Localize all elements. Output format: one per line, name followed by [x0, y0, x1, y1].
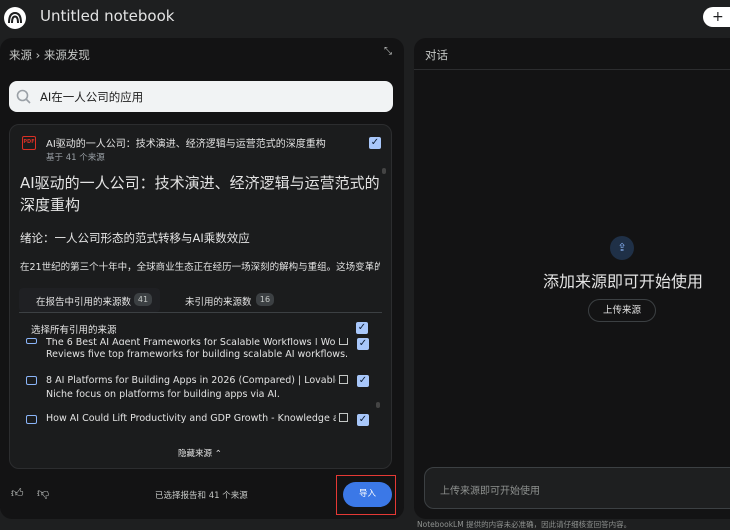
chat-empty-heading: 添加来源即可开始使用: [543, 272, 704, 291]
report-source-count: 基于 41 个来源: [46, 153, 105, 163]
scrollbar-thumb[interactable]: [382, 168, 386, 174]
source-1-description: Reviews five top frameworks for building…: [46, 349, 349, 360]
open-external-icon[interactable]: [339, 375, 348, 384]
upload-source-button[interactable]: 上传来源: [588, 299, 656, 322]
breadcrumb[interactable]: 来源 › 来源发现: [9, 47, 90, 63]
scrollbar-thumb[interactable]: [376, 402, 380, 408]
web-source-icon: [26, 376, 37, 385]
tab-cited-label: 在报告中引用的来源数: [36, 297, 132, 308]
selected-summary: 已选择报告和 41 个来源: [155, 491, 248, 501]
create-notebook-button[interactable]: +: [703, 7, 730, 27]
thumb-up-icon[interactable]: 👍︎: [11, 486, 24, 501]
thumb-down-icon[interactable]: 👎︎: [37, 486, 49, 501]
report-section-heading: 绪论：一人公司形态的范式转移与AI乘数效应: [20, 231, 250, 245]
hide-sources-button[interactable]: 隐藏来源 ⌃: [178, 447, 222, 459]
chat-header-divider: [414, 69, 730, 70]
search-query-text: AI在一人公司的应用: [40, 90, 144, 104]
upload-icon: ⇪: [610, 236, 634, 260]
source-2-checkbox[interactable]: ✓: [357, 375, 369, 387]
report-paragraph: 在21世纪的第三个十年中，全球商业生态正在经历一场深刻的解构与重组。这场变革的: [20, 262, 380, 273]
chat-input-placeholder: 上传来源即可开始使用: [440, 486, 540, 497]
report-checkbox[interactable]: ✓: [369, 137, 381, 149]
open-external-icon[interactable]: [339, 337, 348, 345]
source-1-checkbox[interactable]: ✓: [357, 338, 369, 350]
notebooklm-logo-icon[interactable]: [4, 7, 26, 29]
chat-panel-title: 对话: [425, 48, 448, 62]
logo-glyph-icon: [8, 11, 22, 24]
notebook-title[interactable]: Untitled notebook: [40, 7, 174, 25]
report-title: AI驱动的一人公司：技术演进、经济逻辑与运营范式的深度重构: [46, 139, 326, 150]
disclaimer-text: NotebookLM 提供的内容未必准确，因此请仔细核查回答内容。: [417, 520, 632, 529]
source-3-title[interactable]: How AI Could Lift Productivity and GDP G…: [46, 413, 336, 424]
open-external-icon[interactable]: [339, 413, 348, 422]
select-all-checkbox[interactable]: ✓: [356, 322, 368, 334]
collapse-panel-icon[interactable]: ⤡: [384, 46, 392, 57]
web-source-icon: [26, 338, 37, 344]
tab-uncited-count-badge: 16: [256, 293, 274, 306]
discover-search-icon: [15, 88, 33, 106]
source-2-description: Niche focus on platforms for building ap…: [46, 389, 280, 400]
tab-uncited-sources[interactable]: 未引用的来源数: [185, 294, 252, 308]
import-button[interactable]: 导入: [343, 482, 392, 507]
source-3-checkbox[interactable]: ✓: [357, 414, 369, 426]
select-all-label: 选择所有引用的来源: [31, 325, 117, 336]
web-source-icon: [26, 415, 37, 424]
source-2-title[interactable]: 8 AI Platforms for Building Apps in 2026…: [46, 375, 336, 386]
tab-divider: [19, 312, 382, 313]
report-heading: AI驱动的一人公司：技术演进、经济逻辑与运营范式的深度重构: [20, 174, 380, 214]
tab-cited-count-badge: 41: [134, 293, 152, 306]
pdf-file-icon: PDF: [22, 136, 36, 150]
source-1-title[interactable]: The 6 Best AI Agent Frameworks for Scala…: [46, 337, 336, 345]
